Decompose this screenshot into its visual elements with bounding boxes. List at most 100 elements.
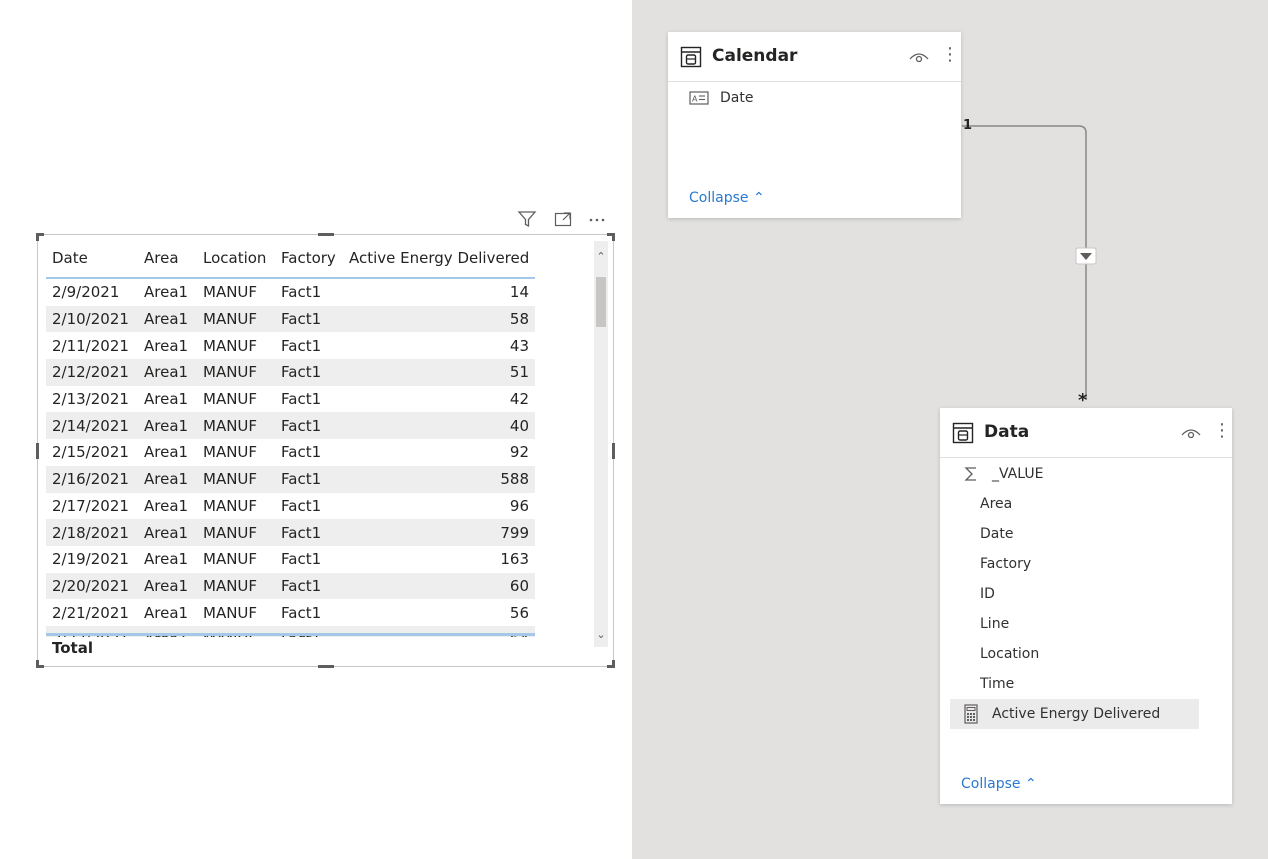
- cell-factory: Fact1: [281, 363, 322, 382]
- column-header-active-energy-delivered[interactable]: Active Energy Delivered: [343, 249, 535, 267]
- column-header-location[interactable]: Location: [197, 249, 275, 267]
- field-label: Time: [980, 676, 1015, 692]
- cell-location: MANUF: [203, 336, 258, 355]
- column-header-area[interactable]: Area: [138, 249, 197, 267]
- field-blank-icon: [956, 489, 974, 519]
- filter-icon[interactable]: [516, 208, 538, 230]
- table-row[interactable]: 2/18/2021 Area1 MANUF Fact1 799: [46, 519, 535, 546]
- cell-area: Area1: [144, 283, 189, 302]
- field-item[interactable]: Factory: [950, 549, 1199, 579]
- chevron-up-icon: ⌃: [752, 190, 765, 206]
- data-card-title: Data: [984, 422, 1030, 442]
- table-clip-line: [46, 633, 535, 636]
- resize-handle-left[interactable]: [36, 443, 39, 459]
- cell-location: MANUF: [203, 523, 258, 542]
- cell-location: MANUF: [203, 416, 258, 435]
- calendar-collapse-button[interactable]: Collapse ⌃: [689, 190, 765, 206]
- visual-header: [512, 208, 612, 230]
- table-row[interactable]: 2/21/2021 Area1 MANUF Fact1 56: [46, 599, 535, 626]
- field-blank-icon: [956, 579, 974, 609]
- eye-icon[interactable]: [908, 48, 930, 66]
- table-row[interactable]: 2/13/2021 Area1 MANUF Fact1 42: [46, 386, 535, 413]
- more-options-icon[interactable]: ⋮: [1213, 420, 1231, 444]
- cell-date: 2/20/2021: [52, 576, 129, 595]
- scroll-down-icon[interactable]: ⌄: [594, 627, 608, 641]
- eye-icon[interactable]: [1180, 424, 1202, 442]
- more-options-icon[interactable]: [586, 208, 608, 230]
- table-icon: [680, 46, 702, 68]
- resize-corner[interactable]: [607, 233, 615, 241]
- table-scrollbar[interactable]: ⌃ ⌄: [594, 241, 608, 647]
- table-row[interactable]: 2/20/2021 Area1 MANUF Fact1 60: [46, 572, 535, 600]
- data-card-header[interactable]: Data ⋮: [940, 408, 1232, 458]
- scroll-up-icon[interactable]: ⌃: [594, 249, 608, 263]
- svg-text:A: A: [692, 95, 698, 104]
- cell-location: MANUF: [203, 443, 258, 462]
- cell-factory: Fact1: [281, 336, 322, 355]
- table-body: 2/9/2021 Area1 MANUF Fact1 14 2/10/2021 Area1 M…: [46, 279, 535, 637]
- field-blank-icon: [956, 669, 974, 699]
- field-item[interactable]: Area: [950, 489, 1199, 519]
- data-collapse-button[interactable]: Collapse ⌃: [961, 776, 1037, 792]
- cell-factory: Fact1: [281, 416, 322, 435]
- table-row[interactable]: 2/14/2021 Area1 MANUF Fact1 40: [46, 412, 535, 440]
- field-item[interactable]: Date: [950, 519, 1199, 549]
- cell-location: MANUF: [203, 363, 258, 382]
- cell-active-energy-delivered: 799: [500, 523, 529, 542]
- cell-active-energy-delivered: 40: [509, 416, 529, 435]
- table-header-row: Date Area Location Factory Active Energy…: [46, 239, 535, 279]
- field-label: Location: [980, 646, 1040, 662]
- field-item[interactable]: ID: [950, 579, 1199, 609]
- table-visual[interactable]: Date Area Location Factory Active Energy…: [36, 233, 615, 668]
- cell-factory: Fact1: [281, 283, 322, 302]
- cell-factory: Fact1: [281, 576, 322, 595]
- field-item[interactable]: Line: [950, 609, 1199, 639]
- cell-location: MANUF: [203, 550, 258, 569]
- calendar-table-card[interactable]: Calendar ⋮ A Date Collapse ⌃: [668, 32, 961, 218]
- cell-date: 2/17/2021: [52, 496, 129, 515]
- field-item[interactable]: A Date: [678, 83, 948, 113]
- table-row[interactable]: 2/11/2021 Area1 MANUF Fact1 43: [46, 332, 535, 359]
- resize-handle-bottom[interactable]: [318, 665, 334, 668]
- data-table-card[interactable]: Data ⋮ _VALUE Area Date Factory ID Line Locati…: [940, 408, 1232, 804]
- cell-factory: Fact1: [281, 390, 322, 409]
- cell-area: Area1: [144, 576, 189, 595]
- field-blank-icon: [956, 549, 974, 579]
- calculator-icon: [956, 699, 986, 729]
- cell-active-energy-delivered: 56: [509, 603, 529, 622]
- column-header-date[interactable]: Date: [46, 249, 138, 267]
- table-row[interactable]: 2/17/2021 Area1 MANUF Fact1 96: [46, 493, 535, 520]
- cell-area: Area1: [144, 470, 189, 489]
- field-item[interactable]: Active Energy Delivered: [950, 699, 1199, 729]
- field-item[interactable]: Time: [950, 669, 1199, 699]
- calendar-card-header[interactable]: Calendar ⋮: [668, 32, 961, 82]
- calendar-card-title: Calendar: [712, 46, 798, 66]
- cell-date: 2/19/2021: [52, 550, 129, 569]
- resize-corner[interactable]: [36, 233, 44, 241]
- table-row[interactable]: 2/16/2021 Area1 MANUF Fact1 588: [46, 465, 535, 493]
- resize-handle-right[interactable]: [612, 443, 615, 459]
- field-item[interactable]: _VALUE: [950, 459, 1199, 489]
- field-blank-icon: [956, 609, 974, 639]
- resize-corner[interactable]: [36, 660, 44, 668]
- cell-date: 2/14/2021: [52, 416, 129, 435]
- cell-date: 2/12/2021: [52, 363, 129, 382]
- cell-area: Area1: [144, 310, 189, 329]
- resize-corner[interactable]: [607, 660, 615, 668]
- field-blank-icon: [956, 519, 974, 549]
- table-row[interactable]: 2/15/2021 Area1 MANUF Fact1 92: [46, 439, 535, 466]
- cell-location: MANUF: [203, 576, 258, 595]
- table-row[interactable]: 2/19/2021 Area1 MANUF Fact1 163: [46, 546, 535, 573]
- table-row[interactable]: 2/12/2021 Area1 MANUF Fact1 51: [46, 359, 535, 386]
- column-header-factory[interactable]: Factory: [275, 249, 343, 267]
- scroll-thumb[interactable]: [596, 277, 606, 327]
- resize-handle-top[interactable]: [318, 233, 334, 236]
- table-row[interactable]: 2/9/2021 Area1 MANUF Fact1 14: [46, 279, 535, 306]
- table-row[interactable]: 2/10/2021 Area1 MANUF Fact1 58: [46, 305, 535, 333]
- cell-date: 2/11/2021: [52, 336, 129, 355]
- focus-mode-icon[interactable]: [552, 208, 574, 230]
- more-options-icon[interactable]: ⋮: [941, 44, 959, 68]
- collapse-label: Collapse: [961, 776, 1021, 792]
- field-item[interactable]: Location: [950, 639, 1199, 669]
- cell-area: Area1: [144, 603, 189, 622]
